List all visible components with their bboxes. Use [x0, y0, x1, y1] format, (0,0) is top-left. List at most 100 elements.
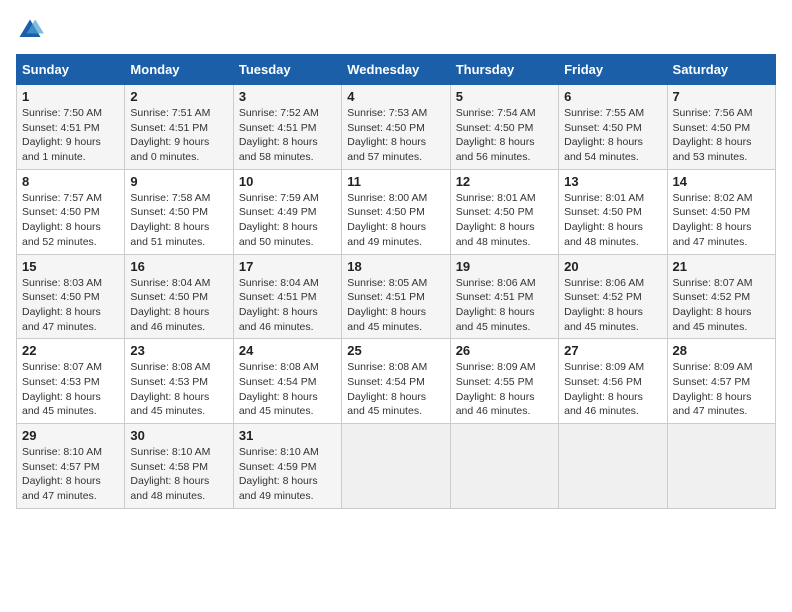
day-number: 31 — [239, 428, 336, 443]
day-number: 13 — [564, 174, 661, 189]
day-number: 11 — [347, 174, 444, 189]
calendar-cell: 18 Sunrise: 8:05 AM Sunset: 4:51 PM Dayli… — [342, 254, 450, 339]
day-info: Sunrise: 8:02 AM Sunset: 4:50 PM Dayligh… — [673, 191, 770, 250]
header-friday: Friday — [559, 55, 667, 85]
day-number: 26 — [456, 343, 553, 358]
calendar-cell: 7 Sunrise: 7:56 AM Sunset: 4:50 PM Daylig… — [667, 85, 775, 170]
day-info: Sunrise: 7:55 AM Sunset: 4:50 PM Dayligh… — [564, 106, 661, 165]
day-number: 3 — [239, 89, 336, 104]
day-number: 2 — [130, 89, 227, 104]
calendar-cell — [450, 424, 558, 509]
day-number: 27 — [564, 343, 661, 358]
calendar-cell: 9 Sunrise: 7:58 AM Sunset: 4:50 PM Daylig… — [125, 169, 233, 254]
calendar-cell: 27Sunrise: 8:09 AM Sunset: 4:56 PM Dayli… — [559, 339, 667, 424]
day-number: 16 — [130, 259, 227, 274]
logo — [16, 16, 48, 44]
calendar-cell: 12 Sunrise: 8:01 AM Sunset: 4:50 PM Dayli… — [450, 169, 558, 254]
day-info: Sunrise: 8:05 AM Sunset: 4:51 PM Dayligh… — [347, 276, 444, 335]
day-info: Sunrise: 8:07 AM Sunset: 4:53 PM Dayligh… — [22, 360, 119, 419]
day-number: 19 — [456, 259, 553, 274]
day-number: 28 — [673, 343, 770, 358]
day-info: Sunrise: 8:09 AM Sunset: 4:57 PM Dayligh… — [673, 360, 770, 419]
day-number: 23 — [130, 343, 227, 358]
week-row-3: 15 Sunrise: 8:03 AM Sunset: 4:50 PM Dayli… — [17, 254, 776, 339]
calendar-cell: 31 Sunrise: 8:10 AM Sunset: 4:59 PM Dayli… — [233, 424, 341, 509]
day-number: 24 — [239, 343, 336, 358]
day-number: 18 — [347, 259, 444, 274]
day-number: 15 — [22, 259, 119, 274]
day-info: Sunrise: 8:04 AM Sunset: 4:50 PM Dayligh… — [130, 276, 227, 335]
day-info: Sunrise: 8:08 AM Sunset: 4:54 PM Dayligh… — [239, 360, 336, 419]
day-number: 30 — [130, 428, 227, 443]
day-info: Sunrise: 7:56 AM Sunset: 4:50 PM Dayligh… — [673, 106, 770, 165]
calendar-cell: 6 Sunrise: 7:55 AM Sunset: 4:50 PM Daylig… — [559, 85, 667, 170]
day-info: Sunrise: 8:06 AM Sunset: 4:52 PM Dayligh… — [564, 276, 661, 335]
calendar-header-row: SundayMondayTuesdayWednesdayThursdayFrid… — [17, 55, 776, 85]
header-thursday: Thursday — [450, 55, 558, 85]
day-info: Sunrise: 8:07 AM Sunset: 4:52 PM Dayligh… — [673, 276, 770, 335]
week-row-2: 8Sunrise: 7:57 AM Sunset: 4:50 PM Daylig… — [17, 169, 776, 254]
calendar-cell: 25Sunrise: 8:08 AM Sunset: 4:54 PM Dayli… — [342, 339, 450, 424]
day-info: Sunrise: 8:10 AM Sunset: 4:59 PM Dayligh… — [239, 445, 336, 504]
calendar-cell: 24 Sunrise: 8:08 AM Sunset: 4:54 PM Dayli… — [233, 339, 341, 424]
day-info: Sunrise: 8:01 AM Sunset: 4:50 PM Dayligh… — [564, 191, 661, 250]
day-info: Sunrise: 7:58 AM Sunset: 4:50 PM Dayligh… — [130, 191, 227, 250]
day-info: Sunrise: 7:52 AM Sunset: 4:51 PM Dayligh… — [239, 106, 336, 165]
calendar-cell: 14 Sunrise: 8:02 AM Sunset: 4:50 PM Dayli… — [667, 169, 775, 254]
calendar-cell: 11Sunrise: 8:00 AM Sunset: 4:50 PM Dayli… — [342, 169, 450, 254]
calendar-cell: 20 Sunrise: 8:06 AM Sunset: 4:52 PM Dayli… — [559, 254, 667, 339]
calendar-cell: 2 Sunrise: 7:51 AM Sunset: 4:51 PM Daylig… — [125, 85, 233, 170]
day-number: 1 — [22, 89, 119, 104]
calendar-table: SundayMondayTuesdayWednesdayThursdayFrid… — [16, 54, 776, 509]
day-info: Sunrise: 8:08 AM Sunset: 4:54 PM Dayligh… — [347, 360, 444, 419]
calendar-cell: 28 Sunrise: 8:09 AM Sunset: 4:57 PM Dayli… — [667, 339, 775, 424]
day-info: Sunrise: 8:04 AM Sunset: 4:51 PM Dayligh… — [239, 276, 336, 335]
calendar-cell: 1Sunrise: 7:50 AM Sunset: 4:51 PM Daylig… — [17, 85, 125, 170]
day-info: Sunrise: 7:54 AM Sunset: 4:50 PM Dayligh… — [456, 106, 553, 165]
calendar-cell: 19 Sunrise: 8:06 AM Sunset: 4:51 PM Dayli… — [450, 254, 558, 339]
day-info: Sunrise: 7:57 AM Sunset: 4:50 PM Dayligh… — [22, 191, 119, 250]
calendar-cell: 21 Sunrise: 8:07 AM Sunset: 4:52 PM Dayli… — [667, 254, 775, 339]
week-row-4: 22 Sunrise: 8:07 AM Sunset: 4:53 PM Dayli… — [17, 339, 776, 424]
day-number: 9 — [130, 174, 227, 189]
day-number: 20 — [564, 259, 661, 274]
day-number: 29 — [22, 428, 119, 443]
day-info: Sunrise: 7:59 AM Sunset: 4:49 PM Dayligh… — [239, 191, 336, 250]
day-info: Sunrise: 8:01 AM Sunset: 4:50 PM Dayligh… — [456, 191, 553, 250]
day-number: 5 — [456, 89, 553, 104]
header-wednesday: Wednesday — [342, 55, 450, 85]
week-row-5: 29 Sunrise: 8:10 AM Sunset: 4:57 PM Dayli… — [17, 424, 776, 509]
header-sunday: Sunday — [17, 55, 125, 85]
calendar-cell: 13 Sunrise: 8:01 AM Sunset: 4:50 PM Dayli… — [559, 169, 667, 254]
calendar-cell — [559, 424, 667, 509]
day-number: 10 — [239, 174, 336, 189]
calendar-cell: 10 Sunrise: 7:59 AM Sunset: 4:49 PM Dayli… — [233, 169, 341, 254]
calendar-cell: 23 Sunrise: 8:08 AM Sunset: 4:53 PM Dayli… — [125, 339, 233, 424]
calendar-cell: 29 Sunrise: 8:10 AM Sunset: 4:57 PM Dayli… — [17, 424, 125, 509]
calendar-cell: 26Sunrise: 8:09 AM Sunset: 4:55 PM Dayli… — [450, 339, 558, 424]
day-number: 7 — [673, 89, 770, 104]
calendar-cell: 3 Sunrise: 7:52 AM Sunset: 4:51 PM Daylig… — [233, 85, 341, 170]
page-header — [16, 16, 776, 44]
day-number: 17 — [239, 259, 336, 274]
calendar-cell — [342, 424, 450, 509]
calendar-cell: 8Sunrise: 7:57 AM Sunset: 4:50 PM Daylig… — [17, 169, 125, 254]
day-info: Sunrise: 7:53 AM Sunset: 4:50 PM Dayligh… — [347, 106, 444, 165]
header-saturday: Saturday — [667, 55, 775, 85]
header-monday: Monday — [125, 55, 233, 85]
header-tuesday: Tuesday — [233, 55, 341, 85]
day-info: Sunrise: 7:51 AM Sunset: 4:51 PM Dayligh… — [130, 106, 227, 165]
calendar-cell: 16 Sunrise: 8:04 AM Sunset: 4:50 PM Dayli… — [125, 254, 233, 339]
day-info: Sunrise: 8:08 AM Sunset: 4:53 PM Dayligh… — [130, 360, 227, 419]
day-number: 12 — [456, 174, 553, 189]
calendar-cell: 17 Sunrise: 8:04 AM Sunset: 4:51 PM Dayli… — [233, 254, 341, 339]
day-info: Sunrise: 8:10 AM Sunset: 4:57 PM Dayligh… — [22, 445, 119, 504]
week-row-1: 1Sunrise: 7:50 AM Sunset: 4:51 PM Daylig… — [17, 85, 776, 170]
day-number: 22 — [22, 343, 119, 358]
day-info: Sunrise: 8:06 AM Sunset: 4:51 PM Dayligh… — [456, 276, 553, 335]
day-number: 21 — [673, 259, 770, 274]
day-info: Sunrise: 8:03 AM Sunset: 4:50 PM Dayligh… — [22, 276, 119, 335]
logo-icon — [16, 16, 44, 44]
day-number: 6 — [564, 89, 661, 104]
day-number: 14 — [673, 174, 770, 189]
